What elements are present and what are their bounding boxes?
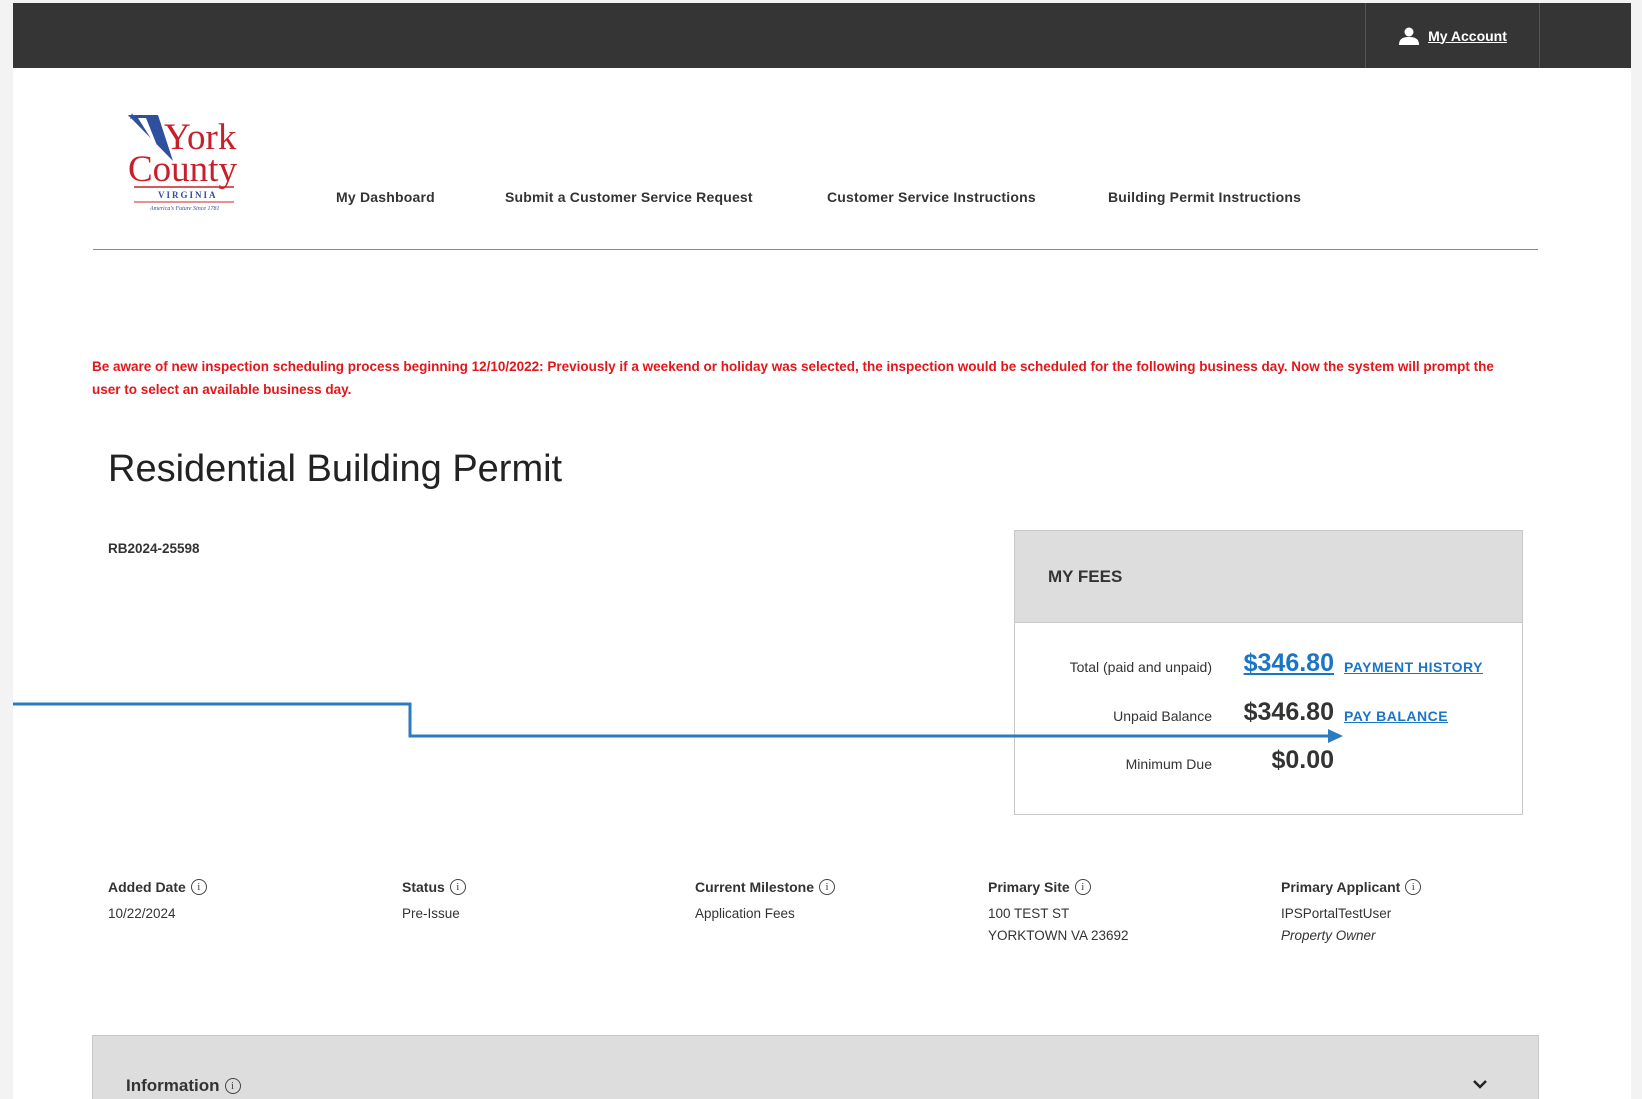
primary-site-line1: 100 TEST ST [988,906,1070,921]
fee-total-amount[interactable]: $346.80 [1244,649,1334,678]
fee-minimum-amount: $0.00 [1271,746,1334,774]
nav-building-permit-instructions[interactable]: Building Permit Instructions [1108,189,1301,205]
logo-word-county: County [128,149,237,190]
my-fees-panel: MY FEES Total (paid and unpaid) $346.80 … [1014,530,1523,815]
primary-applicant-label: Primary Applicant [1281,879,1401,895]
added-date-label: Added Date [108,879,186,895]
user-icon [1399,27,1420,45]
primary-applicant-role: Property Owner [1281,928,1376,943]
info-icon[interactable]: i [1074,879,1091,895]
primary-site-field: Primary Site i 100 TEST ST YORKTOWN VA 23… [988,879,1129,947]
annotation-arrow [13,702,1343,743]
current-milestone-field: Current Milestone i Application Fees [695,879,836,925]
chevron-down-icon[interactable] [1473,1080,1487,1090]
info-icon[interactable]: i [1405,879,1422,895]
added-date-field: Added Date i 10/22/2024 [108,879,207,925]
primary-applicant-field: Primary Applicant i IPSPortalTestUser Pro… [1281,879,1422,947]
logo-word-virginia: VIRGINIA [158,190,218,200]
info-icon[interactable]: i [224,1078,241,1094]
permit-number: RB2024-25598 [108,541,200,556]
my-fees-heading: MY FEES [1015,531,1522,623]
current-milestone-value: Application Fees [695,906,795,921]
nav-customer-service-instructions[interactable]: Customer Service Instructions [827,189,1036,205]
page: My Account York County VIRGINIA America'… [13,3,1631,1099]
top-bar: My Account [13,3,1631,68]
my-account-label: My Account [1428,27,1507,44]
primary-site-line2: YORKTOWN VA 23692 [988,928,1129,943]
information-label: Information [126,1076,220,1095]
info-icon[interactable]: i [449,879,466,895]
logo-tagline: America's Future Since 1781 [149,206,220,212]
primary-applicant-name: IPSPortalTestUser [1281,906,1392,921]
payment-history-link[interactable]: PAYMENT HISTORY [1344,659,1483,675]
page-title: Residential Building Permit [108,448,563,490]
inspection-notice: Be aware of new inspection scheduling pr… [92,359,1494,397]
status-field: Status i Pre-Issue [402,879,466,925]
fee-minimum-label: Minimum Due [1125,756,1212,772]
nav-submit-service-request[interactable]: Submit a Customer Service Request [505,189,753,205]
status-value: Pre-Issue [402,906,460,921]
fee-total-label: Total (paid and unpaid) [1069,659,1212,675]
nav-my-dashboard[interactable]: My Dashboard [336,189,435,205]
information-section[interactable]: Information i [92,1035,1539,1099]
info-icon[interactable]: i [819,879,836,895]
added-date-value: 10/22/2024 [108,906,176,921]
my-account-link[interactable]: My Account [1365,3,1540,68]
header-divider [93,249,1538,250]
york-county-logo[interactable]: York County VIRGINIA America's Future Si… [128,113,248,213]
primary-site-label: Primary Site [988,879,1070,895]
current-milestone-label: Current Milestone [695,879,815,895]
status-label: Status [402,879,445,895]
info-icon[interactable]: i [190,879,207,895]
